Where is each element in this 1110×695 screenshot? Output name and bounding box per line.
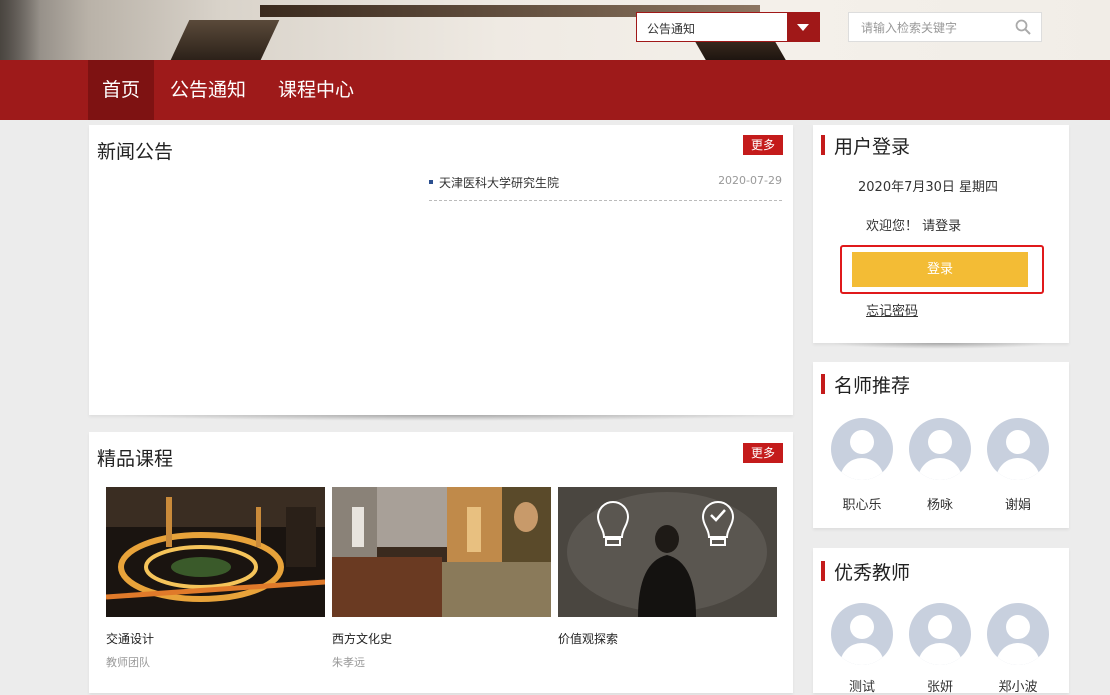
teacher-name[interactable]: 职心乐 [831,494,893,513]
title-accent-bar [821,135,825,155]
course-card[interactable]: 西方文化史 朱孝远 [332,487,551,669]
avatar[interactable] [987,418,1049,480]
chevron-down-icon[interactable] [787,13,819,41]
nav-item-course-center[interactable]: 课程中心 [264,60,368,120]
course-name[interactable]: 交通设计 [106,630,154,647]
course-name[interactable]: 西方文化史 [332,630,392,647]
avatar[interactable] [909,418,971,480]
avatar[interactable] [987,603,1049,665]
news-panel-title: 新闻公告 [97,141,174,163]
course-name[interactable]: 价值观探索 [558,630,618,647]
login-date: 2020年7月30日 星期四 [858,180,999,195]
login-button[interactable]: 登录 [852,252,1028,287]
teacher-name[interactable]: 谢娟 [987,494,1049,513]
course-card[interactable]: 价值观探索 [558,487,777,646]
login-panel-title: 用户登录 [834,136,911,158]
search-box [848,12,1042,42]
search-input[interactable] [859,18,1013,38]
courses-panel-title: 精品课程 [97,448,174,470]
course-teacher: 教师团队 [106,656,150,669]
news-more-button[interactable]: 更多 [743,135,783,155]
panel-shadow [830,343,1050,349]
bullet-icon [429,180,433,184]
famous-teachers-title: 名师推荐 [834,375,911,397]
nav-item-announcements[interactable]: 公告通知 [156,60,260,120]
news-item-date: 2020-07-29 [718,174,782,187]
list-item[interactable]: 天津医科大学研究生院 2020-07-29 [429,174,782,201]
forgot-password-link[interactable]: 忘记密码 [866,300,918,319]
teacher-name[interactable]: 张妍 [909,676,971,695]
main-nav: 首页 公告通知 课程中心 [0,60,1110,120]
course-image[interactable] [558,487,777,617]
course-image[interactable] [332,487,551,617]
teacher-name[interactable]: 郑小波 [987,676,1049,695]
banner-decoration [0,0,40,60]
course-teacher: 朱孝远 [332,656,365,669]
nav-item-home[interactable]: 首页 [88,60,155,120]
banner-book-image [694,40,786,60]
banner-book-image [170,20,280,60]
panel-shadow [110,415,770,421]
avatar[interactable] [831,603,893,665]
news-item-title[interactable]: 天津医科大学研究生院 [439,174,559,191]
avatar[interactable] [831,418,893,480]
title-accent-bar [821,561,825,581]
search-icon[interactable] [1015,19,1031,35]
course-image[interactable] [106,487,325,617]
news-panel: 新闻公告 更多 [89,125,793,415]
teacher-name[interactable]: 杨咏 [909,494,971,513]
login-welcome-text: 欢迎您！ 请登录 [866,219,962,234]
search-category-value: 公告通知 [647,22,696,36]
teacher-name[interactable]: 测试 [831,676,893,695]
excellent-teachers-title: 优秀教师 [834,562,911,584]
courses-more-button[interactable]: 更多 [743,443,783,463]
search-category-select[interactable]: 公告通知 [636,12,820,42]
course-card[interactable]: 交通设计 教师团队 [106,487,325,669]
avatar[interactable] [909,603,971,665]
title-accent-bar [821,374,825,394]
